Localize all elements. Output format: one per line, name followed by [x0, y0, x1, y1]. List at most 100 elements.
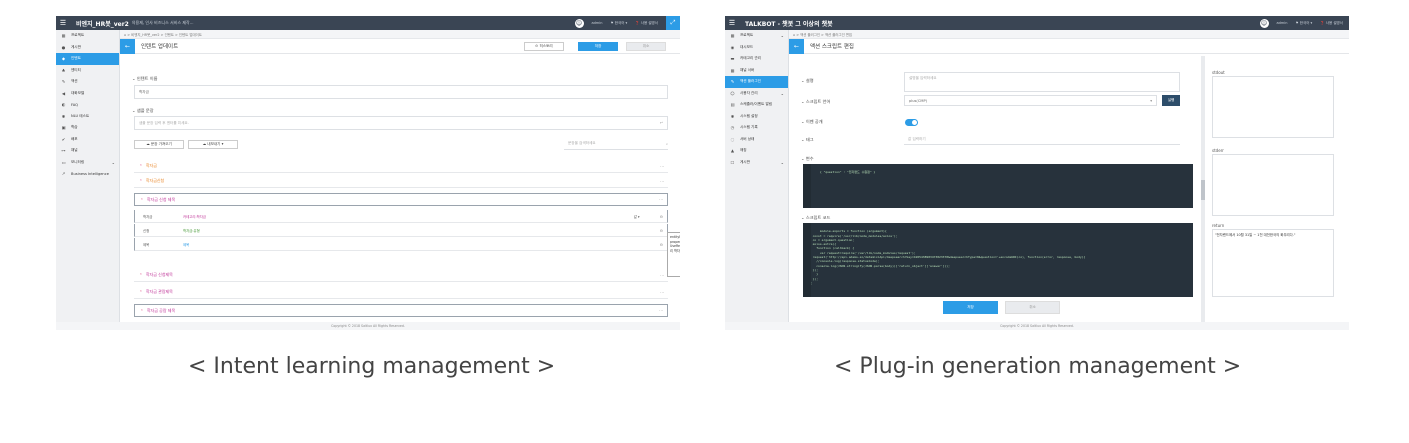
slot-dropdown[interactable]: 값 ▾: [634, 214, 640, 219]
calendar-icon: ▤: [730, 102, 735, 108]
remove-icon[interactable]: ⊖: [660, 228, 663, 233]
sidebar-item[interactable]: ◉ 대시보드: [725, 42, 788, 54]
export-button[interactable]: ☁ 내보내기 ▾: [188, 140, 238, 149]
script-code: module.exports = function (argument){ co…: [809, 229, 1086, 285]
cancel-button[interactable]: 취소: [626, 41, 666, 51]
sentence-text: 학자금신청: [145, 178, 165, 183]
sidebar-item[interactable]: ▦ 프로젝트: [56, 30, 119, 42]
sidebar-item[interactable]: ▲ 매칭: [725, 145, 788, 157]
sentence-row[interactable]: ❞ 학자금 신청 제목 ⋯: [134, 193, 668, 206]
script-icon: ✎: [730, 79, 735, 85]
menu-icon[interactable]: ☰: [56, 19, 70, 27]
sentence-row[interactable]: ❞ 학자금 신청제목 ⋯: [134, 269, 668, 282]
history-button[interactable]: ⊙ 히스토리: [524, 41, 564, 51]
stdout-panel[interactable]: [1212, 76, 1334, 138]
more-icon[interactable]: ⋯: [660, 164, 664, 169]
return-panel[interactable]: "전자랜드에서 10월 31일 ~ 1천 대전한국의 화무리다.": [1212, 229, 1334, 297]
sidebar-item[interactable]: ☺ 사용자 관리 ⌄: [725, 88, 788, 100]
avatar-icon[interactable]: ☺: [1259, 18, 1269, 28]
sidebar-item[interactable]: ♣ 엔티티: [56, 65, 119, 77]
sidebar-item[interactable]: ◀ 대화모델: [56, 88, 119, 100]
cancel-button[interactable]: 취소: [1005, 301, 1060, 314]
monitor-icon: ▭: [61, 159, 66, 165]
stderr-panel[interactable]: [1212, 154, 1334, 216]
sidebar-item[interactable]: ▣ 학습: [56, 122, 119, 134]
tag-input[interactable]: 값 입력하기: [904, 134, 1180, 145]
sidebar-item-label: 학습: [71, 125, 78, 130]
sidebar-item[interactable]: ✎ 액션: [56, 76, 119, 88]
back-arrow-icon[interactable]: ←: [789, 38, 804, 54]
slot-row[interactable]: 학자금 카테고리:학자금 값 ▾ ⊖: [134, 210, 668, 223]
save-button[interactable]: 저장: [578, 41, 618, 51]
user-name[interactable]: admin: [592, 21, 603, 25]
sidebar-item[interactable]: ◐ FAQ: [56, 99, 119, 111]
sentence-row[interactable]: ❞ 학자금 관람제목 ⋯: [134, 286, 668, 299]
slot-name: 신청: [143, 228, 150, 233]
save-button[interactable]: 저장: [943, 301, 998, 314]
sidebar-item[interactable]: ✔ 배포: [56, 134, 119, 146]
server-icon: ◌: [730, 136, 735, 142]
chevron-down-icon: ⌄: [780, 159, 784, 165]
script-code-editor[interactable]: module.exports = function (argument){ co…: [803, 223, 1193, 297]
popup-item[interactable]: UseResourceType 카테고리 학자금: [670, 244, 680, 253]
sidebar-item[interactable]: ✱ NLU 테스트: [56, 111, 119, 123]
language-select[interactable]: ⚑ 한국어 ▾: [610, 21, 627, 26]
import-button[interactable]: ☁ 문장 가져오기: [134, 140, 184, 149]
language-select[interactable]: ⚑ 한국어 ▾: [1295, 21, 1312, 26]
description-label: ⌄ 설명: [801, 78, 814, 83]
sentence-row[interactable]: ❞ 학자금 ⋯: [134, 160, 668, 173]
sidebar-item[interactable]: ✱ 시스템 설정: [725, 111, 788, 123]
splitter-handle[interactable]: [1201, 180, 1205, 200]
examples-input[interactable]: 샘플 문장 입력 후 엔터를 치세요. ↵: [134, 116, 668, 130]
sidebar-item-label: 카테고리 관리: [740, 56, 761, 61]
user-name[interactable]: admin: [1277, 21, 1288, 25]
sidebar-item[interactable]: ☐ 게시판 ⌄: [725, 157, 788, 169]
intent-name-input[interactable]: 학자금: [134, 85, 668, 99]
expand-icon[interactable]: ⤢: [666, 16, 680, 30]
public-toggle[interactable]: [905, 119, 918, 126]
sidebar-item[interactable]: ▦ 프로젝트 ⌄: [725, 30, 788, 42]
sidebar-item[interactable]: ◆ 인텐트: [56, 53, 119, 65]
sidebar-item[interactable]: ◌ 서버 상태: [725, 134, 788, 146]
remove-icon[interactable]: ⊖: [660, 242, 663, 247]
menu-icon[interactable]: ☰: [725, 19, 739, 27]
back-arrow-icon[interactable]: ←: [120, 38, 135, 54]
sentence-row[interactable]: ❞ 학자금신청 ⋯: [134, 175, 668, 188]
more-icon[interactable]: ⋯: [660, 179, 664, 184]
popup-item[interactable]: entityName 카테고리: [670, 235, 680, 240]
plugin-screenshot: ☰ TALKBOT - 챗봇 그 이상의 챗봇 ☺ admin ⚑ 한국어 ▾ …: [725, 16, 1349, 330]
description-input[interactable]: 설명을 입력하세요: [904, 72, 1180, 92]
avatar-icon[interactable]: ☺: [574, 18, 584, 28]
stdout-label: stdout: [1212, 70, 1225, 75]
sidebar: ▦ 프로젝트 ⌄ ◉ 대시보드 ▬ 카테고리 관리 ▦ 채널 서버 ✎ 액션 플러그인 ☺ 사용자 관리…: [725, 30, 789, 330]
slot-row[interactable]: 제목 제목 ⊖: [134, 238, 668, 251]
deploy-icon: ✔: [61, 136, 66, 142]
sidebar-item[interactable]: ● 게시판: [56, 42, 119, 54]
more-icon[interactable]: ⋯: [659, 197, 663, 202]
slot-row[interactable]: 신청 학자금:유형 ⊖: [134, 224, 668, 237]
sentence-search-input[interactable]: 문장을 검색하세요 ⌕: [564, 138, 668, 150]
sidebar-item-label: NLU 테스트: [71, 113, 90, 118]
more-icon[interactable]: ⋯: [660, 273, 664, 278]
sidebar-item[interactable]: ◷ 시스템 기록: [725, 122, 788, 134]
help-link[interactable]: ❓ 사용 설명서: [1320, 21, 1343, 26]
line-gutter: [803, 223, 811, 297]
sidebar-item[interactable]: ▦ 채널 서버: [725, 65, 788, 77]
sidebar-item[interactable]: ⊶ 채널: [56, 145, 119, 157]
sidebar-item-label: 인텐트: [71, 56, 81, 61]
run-button[interactable]: 실행: [1162, 95, 1180, 106]
sidebar-item[interactable]: ✎ 액션 플러그인: [725, 76, 788, 88]
remove-icon[interactable]: ⊖: [660, 214, 663, 219]
page-title: 인텐트 업데이트: [141, 44, 179, 50]
sidebar-item[interactable]: ▤ 스케줄러/이벤트 알림: [725, 99, 788, 111]
variables-editor[interactable]: { "question" : "전자랜드 수원점" }: [803, 164, 1193, 208]
tag-placeholder: 값 입력하기: [908, 136, 926, 141]
more-icon[interactable]: ⋯: [659, 308, 663, 313]
help-link[interactable]: ❓ 사용 설명서: [635, 21, 658, 26]
sidebar-item[interactable]: ▬ 카테고리 관리: [725, 53, 788, 65]
sidebar-item[interactable]: ↗ Business Intelligence: [56, 168, 119, 180]
more-icon[interactable]: ⋯: [660, 290, 664, 295]
sentence-row[interactable]: ❞ 학자금 공람 제목 ⋯: [134, 304, 668, 317]
script-language-select[interactable]: plus(CMP) ▾: [904, 95, 1157, 106]
sidebar-item[interactable]: ▭ 모니터링 ⌄: [56, 157, 119, 169]
